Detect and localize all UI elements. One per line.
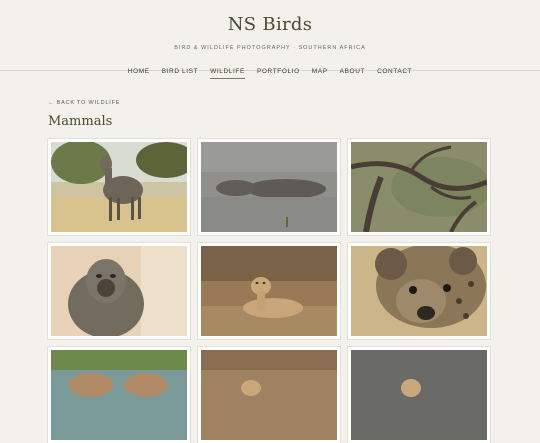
back-to-wildlife-link[interactable]: ← BACK TO WILDLIFE [48, 100, 492, 106]
site-tagline: BIRD & WILDLIFE PHOTOGRAPHY · SOUTHERN A… [174, 45, 366, 51]
tree-image [351, 142, 487, 232]
nav-portfolio[interactable]: PORTFOLIO [257, 68, 300, 79]
lion-cub-image [201, 350, 337, 440]
waterbuck-image [51, 142, 187, 232]
site-title[interactable]: NS Birds [0, 14, 540, 36]
photo-grid [48, 139, 492, 443]
nav-wildlife[interactable]: WILDLIFE [210, 68, 245, 79]
photo-hippo[interactable] [198, 139, 340, 235]
photo-leopard[interactable] [348, 347, 490, 443]
baboon-image [51, 246, 187, 336]
nav-map[interactable]: MAP [312, 68, 328, 79]
photo-waterbuck[interactable] [48, 139, 190, 235]
lioness-image [201, 246, 337, 336]
elephants-image [51, 350, 187, 440]
site-header: NS Birds BIRD & WILDLIFE PHOTOGRAPHY · S… [0, 0, 540, 79]
hippo-image [201, 142, 337, 232]
nav-about[interactable]: ABOUT [340, 68, 365, 79]
photo-elephants[interactable] [48, 347, 190, 443]
nav-home[interactable]: HOME [128, 68, 150, 79]
main-nav: HOME BIRD LIST WILDLIFE PORTFOLIO MAP AB… [0, 68, 540, 79]
photo-baboon[interactable] [48, 243, 190, 339]
photo-lioness[interactable] [198, 243, 340, 339]
nav-bird-list[interactable]: BIRD LIST [162, 68, 198, 79]
nav-contact[interactable]: CONTACT [377, 68, 412, 79]
photo-hyena[interactable] [348, 243, 490, 339]
photo-lion-cub[interactable] [198, 347, 340, 443]
hyena-image [351, 246, 487, 336]
photo-tree[interactable] [348, 139, 490, 235]
leopard-image [351, 350, 487, 440]
main-content: ← BACK TO WILDLIFE Mammals [0, 100, 540, 443]
page-title: Mammals [48, 114, 113, 129]
